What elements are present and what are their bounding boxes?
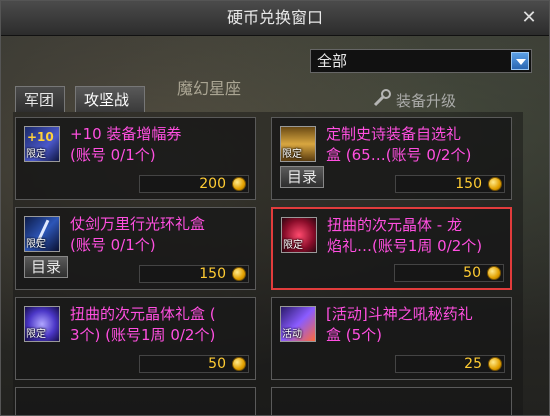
potion-box-icon: 活动 xyxy=(280,306,316,342)
item-card-partial[interactable] xyxy=(15,387,256,415)
coin-icon xyxy=(232,267,246,281)
item-price: 150 xyxy=(199,266,226,282)
window-title: 硬币兑换窗口 xyxy=(226,8,323,27)
price-bar: 150 xyxy=(139,265,249,283)
limited-badge: 限定 xyxy=(26,239,46,250)
tab-siege[interactable]: 攻坚战 xyxy=(75,86,145,112)
catalog-button[interactable]: 目录 xyxy=(24,256,68,278)
equipment-upgrade-label: 装备升级 xyxy=(396,92,457,110)
item-price: 150 xyxy=(455,176,482,192)
coin-icon xyxy=(488,177,502,191)
coin-icon xyxy=(232,357,246,371)
equipment-upgrade-button[interactable]: 装备升级 xyxy=(373,89,457,111)
dimension-crystal-icon: 限定 xyxy=(281,217,317,253)
item-price: 50 xyxy=(208,356,226,372)
item-card[interactable]: 限定 仗剑万里行光环礼盒 (账号 0/1个) 目录 150 xyxy=(15,207,256,290)
coin-icon xyxy=(232,177,246,191)
category-select-value: 全部 xyxy=(317,52,348,70)
price-bar: 50 xyxy=(394,264,504,282)
sword-aura-icon: 限定 xyxy=(24,216,60,252)
epic-chest-icon: 限定 xyxy=(280,126,316,162)
price-bar: 200 xyxy=(139,175,249,193)
item-name: 定制史诗装备自选礼 盒 (65…(账号 0/2个) xyxy=(326,125,472,164)
coin-icon xyxy=(488,357,502,371)
limited-badge: 限定 xyxy=(283,240,303,251)
price-bar: 150 xyxy=(395,175,505,193)
catalog-button[interactable]: 目录 xyxy=(280,166,324,188)
price-bar: 25 xyxy=(395,355,505,373)
item-card[interactable]: 限定 扭曲的次元晶体礼盒 ( 3个) (账号1周 0/2个) 50 xyxy=(15,297,256,380)
crystal-box-icon: 限定 xyxy=(24,306,60,342)
item-price: 200 xyxy=(199,176,226,192)
item-name: 扭曲的次元晶体 - 龙 焰礼…(账号1周 0/2个) xyxy=(327,216,483,255)
wrench-icon xyxy=(373,89,391,107)
item-name: [活动]斗神之吼秘药礼 盒 (5个) xyxy=(326,305,473,344)
background-label: 魔幻星座 xyxy=(177,79,242,98)
close-icon[interactable]: ✕ xyxy=(519,8,539,28)
category-select[interactable]: 全部 xyxy=(310,49,532,73)
item-name: 仗剑万里行光环礼盒 (账号 0/1个) xyxy=(70,215,206,254)
item-price: 25 xyxy=(464,356,482,372)
item-price: 50 xyxy=(463,265,481,281)
tab-legion[interactable]: 军团 xyxy=(15,86,65,112)
item-card-selected[interactable]: 限定 扭曲的次元晶体 - 龙 焰礼…(账号1周 0/2个) 50 xyxy=(271,207,512,290)
item-card[interactable]: 活动 [活动]斗神之吼秘药礼 盒 (5个) 25 xyxy=(271,297,512,380)
item-name: 扭曲的次元晶体礼盒 ( 3个) (账号1周 0/2个) xyxy=(70,305,216,344)
amplify-ticket-icon: +10 限定 xyxy=(24,126,60,162)
coin-icon xyxy=(487,266,501,280)
chevron-down-icon[interactable] xyxy=(511,52,529,70)
item-card[interactable]: +10 限定 +10 装备增幅券 (账号 0/1个) 200 xyxy=(15,117,256,200)
limited-badge: 限定 xyxy=(282,149,302,160)
limited-badge: 限定 xyxy=(26,329,46,340)
item-card[interactable]: 限定 定制史诗装备自选礼 盒 (65…(账号 0/2个) 目录 150 xyxy=(271,117,512,200)
event-badge: 活动 xyxy=(282,329,302,340)
item-name: +10 装备增幅券 (账号 0/1个) xyxy=(70,125,182,164)
coin-exchange-window: 硬币兑换窗口 ✕ 全部 魔幻星座 装备升级 军团 攻坚战 +10 限定 +10 … xyxy=(0,0,550,416)
title-bar[interactable]: 硬币兑换窗口 ✕ xyxy=(1,1,549,36)
limited-badge: 限定 xyxy=(26,149,46,160)
price-bar: 50 xyxy=(139,355,249,373)
item-card-partial[interactable] xyxy=(271,387,512,415)
